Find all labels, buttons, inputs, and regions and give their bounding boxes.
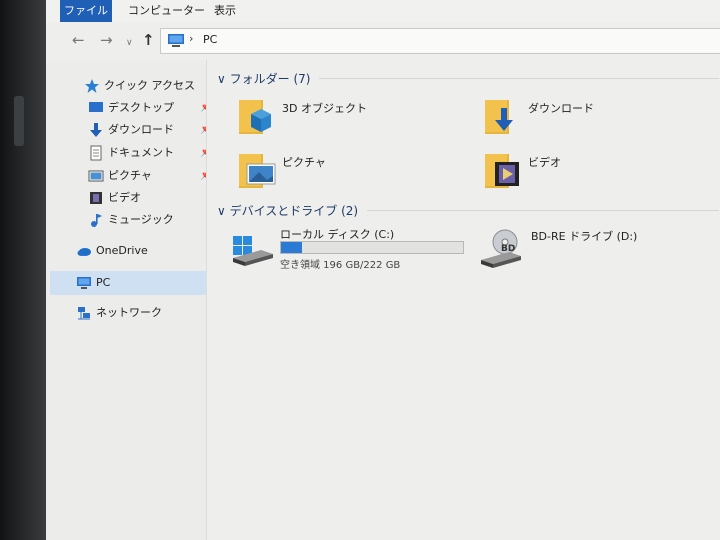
group-divider: [319, 78, 719, 79]
nav-pc-label: PC: [96, 276, 111, 289]
pc-icon: [168, 34, 184, 47]
music-icon: [91, 214, 102, 227]
folder-pictures[interactable]: ピクチャ: [237, 150, 477, 194]
desktop-icon: [89, 102, 103, 112]
bezel-sensor: [14, 96, 24, 146]
collapse-chevron-icon[interactable]: ∨: [217, 204, 226, 218]
nav-item-documents[interactable]: ドキュメント 📌: [88, 143, 218, 163]
folder-label: 3D オブジェクト: [282, 102, 367, 115]
nav-item-downloads[interactable]: ダウンロード 📌: [88, 120, 218, 140]
folder-3d-objects[interactable]: 3D オブジェクト: [237, 96, 477, 140]
group-divider: [367, 210, 719, 211]
download-icon: [90, 123, 102, 137]
folder-download-icon: [485, 100, 513, 134]
nav-item-desktop[interactable]: デスクトップ 📌: [88, 98, 218, 118]
nav-item-pictures[interactable]: ピクチャ 📌: [88, 166, 218, 186]
drive-local-disk-c[interactable]: ローカル ディスク (C:) 空き領域 196 GB/222 GB: [231, 224, 471, 274]
file-explorer-window: ファイル コンピューター 表示 ← → ∨ ↑ › PC クイック アクセス デ…: [46, 0, 720, 540]
folder-picture-icon: [239, 154, 276, 188]
recent-locations-chevron-icon[interactable]: ∨: [126, 34, 133, 52]
drive-label: ローカル ディスク (C:): [280, 228, 395, 241]
drive-free-space: 空き領域 196 GB/222 GB: [280, 260, 401, 271]
nav-network-label: ネットワーク: [96, 306, 162, 319]
nav-onedrive-label: OneDrive: [96, 244, 148, 257]
collapse-chevron-icon[interactable]: ∨: [217, 72, 226, 86]
devices-group-title: デバイスとドライブ (2): [229, 204, 359, 218]
document-icon: [90, 145, 102, 161]
breadcrumb-chevron-icon: ›: [189, 32, 194, 45]
star-icon: [85, 79, 99, 93]
folder-label: ピクチャ: [282, 156, 326, 169]
forward-arrow-icon[interactable]: →: [100, 31, 113, 49]
folder-videos[interactable]: ビデオ: [483, 150, 713, 194]
folder-video-icon: [485, 154, 519, 188]
devices-group-header[interactable]: ∨ デバイスとドライブ (2): [217, 202, 358, 219]
windows-drive-icon: [233, 236, 273, 266]
ribbon-tabs: ファイル コンピューター 表示: [46, 0, 720, 23]
nav-item-label: デスクトップ: [108, 101, 174, 114]
content-pane: ∨ フォルダー (7) 3D オブジェクト ダウンロード ピクチャ ビデオ ∨ …: [206, 60, 720, 540]
drive-usage-fill: [281, 242, 303, 253]
disc-label: BD: [501, 244, 516, 254]
picture-icon: [88, 170, 104, 182]
monitor-bezel: [0, 0, 46, 540]
folder-downloads[interactable]: ダウンロード: [483, 96, 713, 140]
tab-computer[interactable]: コンピューター: [128, 0, 205, 22]
nav-item-label: ドキュメント: [108, 146, 174, 159]
cloud-icon: [77, 248, 91, 256]
folders-group-title: フォルダー (7): [229, 72, 311, 86]
up-arrow-icon[interactable]: ↑: [142, 31, 155, 49]
folders-group-header[interactable]: ∨ フォルダー (7): [217, 70, 310, 87]
navigation-pane: クイック アクセス デスクトップ 📌 ダウンロード 📌 ドキ: [46, 60, 212, 540]
folder-label: ダウンロード: [528, 102, 594, 115]
folder-3d-icon: [239, 100, 271, 134]
video-icon: [90, 192, 102, 204]
drive-usage-bar: [280, 241, 464, 254]
nav-quick-access-label: クイック アクセス: [104, 79, 195, 92]
tab-file[interactable]: ファイル: [60, 0, 112, 22]
nav-item-label: ビデオ: [108, 191, 141, 204]
navigation-bar: ← → ∨ ↑ › PC: [46, 22, 720, 60]
nav-item-label: ダウンロード: [108, 123, 174, 136]
nav-pc-selected[interactable]: [50, 271, 206, 295]
drive-label: BD-RE ドライブ (D:): [531, 230, 638, 243]
nav-item-label: ピクチャ: [108, 169, 152, 182]
drive-bd-re-d[interactable]: BD BD-RE ドライブ (D:): [479, 226, 715, 272]
nav-item-label: ミュージック: [108, 213, 174, 226]
network-icon: [78, 307, 90, 320]
tab-view[interactable]: 表示: [214, 0, 236, 22]
pc-icon: [77, 277, 91, 289]
address-bar[interactable]: › PC: [160, 28, 720, 54]
breadcrumb-pc[interactable]: PC: [203, 33, 217, 46]
folder-label: ビデオ: [528, 156, 561, 169]
back-arrow-icon[interactable]: ←: [72, 31, 85, 49]
